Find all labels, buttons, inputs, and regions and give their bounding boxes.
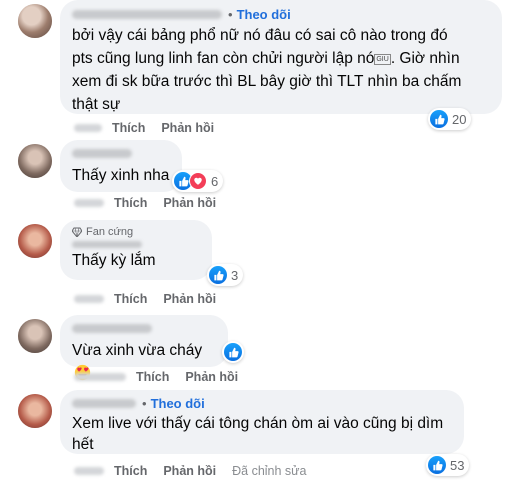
reaction-summary[interactable]: 20 [428,108,472,130]
comment-bubble: • Theo dõi Xem live với thấy cái tông ch… [60,390,464,454]
reply-button[interactable]: Phản hồi [163,464,216,478]
comment-line: pts cũng lung linh fan còn chửi người lậ… [72,50,460,67]
author-line: • Theo dõi [72,6,490,22]
like-button[interactable]: Thích [114,464,147,478]
reaction-summary[interactable] [222,341,244,363]
reaction-summary[interactable]: 3 [207,264,244,286]
fan-badge: Fan cứng [72,225,200,239]
reply-button[interactable]: Phản hồi [163,292,216,306]
author-line [72,320,216,336]
separator-dot: • [228,6,233,22]
comment-bubble: Thấy xinh nha [60,140,182,192]
timestamp-redacted [74,295,104,303]
author-name-redacted[interactable] [72,398,136,408]
love-reaction-icon [189,172,207,190]
comment-bubble: Vừa xinh vừa cháy [60,315,228,381]
like-button[interactable]: Thích [114,196,147,210]
author-line [72,145,170,161]
avatar[interactable] [18,224,52,258]
reaction-summary[interactable]: 6 [172,170,224,192]
author-name-redacted[interactable] [72,9,222,19]
comment-bubble: • Theo dõi bởi vậy cái bảng phổ nữ nó đâ… [60,0,502,114]
comment-bubble: Fan cứng Thấy kỳ lắm [60,220,212,280]
separator-dot: • [142,395,147,411]
author-name-redacted[interactable] [72,148,132,158]
like-reaction-icon [428,456,446,474]
diamond-icon [72,227,82,237]
reply-button[interactable]: Phản hồi [161,121,214,135]
like-reaction-icon [430,110,448,128]
like-button[interactable]: Thích [112,121,145,135]
timestamp-redacted [74,373,126,381]
reply-button[interactable]: Phản hồi [185,370,238,384]
comment-actions: Thích Phản hồi [74,121,230,135]
timestamp-redacted [74,124,102,132]
like-button[interactable]: Thích [114,292,147,306]
comment-actions: Thích Phản hồi [74,196,232,210]
edited-label: Đã chỉnh sửa [232,464,307,478]
follow-button[interactable]: Theo dõi [237,7,291,22]
comment-line: hết [72,436,94,453]
comment-text: bởi vậy cái bảng phổ nữ nó đâu có sai cô… [72,24,490,116]
comment-actions: Thích Phản hồi [74,370,254,384]
reaction-count: 6 [211,173,219,189]
author-line [72,239,200,249]
comment-line: thật sự [72,96,121,113]
comment-line: Xem live với thấy cái tông chán òm ai và… [72,415,444,432]
comment-text: Thấy kỳ lắm [72,252,156,269]
comment-actions: Thích Phản hồi [74,292,232,306]
author-name-redacted[interactable] [72,240,142,248]
comment-text: Thấy xinh nha [72,167,170,184]
timestamp-redacted [74,467,104,475]
avatar[interactable] [18,4,52,38]
reply-button[interactable]: Phản hồi [163,196,216,210]
like-button[interactable]: Thích [136,370,169,384]
reaction-count: 53 [450,457,465,473]
author-line: • Theo dõi [72,395,452,411]
author-name-redacted[interactable] [72,323,152,333]
avatar[interactable] [18,319,52,353]
reaction-count: 3 [231,267,239,283]
timestamp-redacted [74,199,104,207]
see-more-icon[interactable]: GIU [374,54,391,65]
reaction-summary[interactable]: 53 [426,454,470,476]
avatar[interactable] [18,144,52,178]
fan-badge-label: Fan cứng [86,226,134,238]
follow-button[interactable]: Theo dõi [151,396,205,411]
avatar[interactable] [18,394,52,428]
comment-text: Xem live với thấy cái tông chán òm ai và… [72,413,452,455]
comment-line: bởi vậy cái bảng phổ nữ nó đâu có sai cô… [72,27,448,44]
comment-line: xem đi sk bữa trước thì BL bây giờ thì T… [72,73,462,90]
like-reaction-icon [209,266,227,284]
like-reaction-icon [224,343,242,361]
comment-actions: Thích Phản hồi Đã chỉnh sửa [74,464,307,478]
reaction-count: 20 [452,111,467,127]
